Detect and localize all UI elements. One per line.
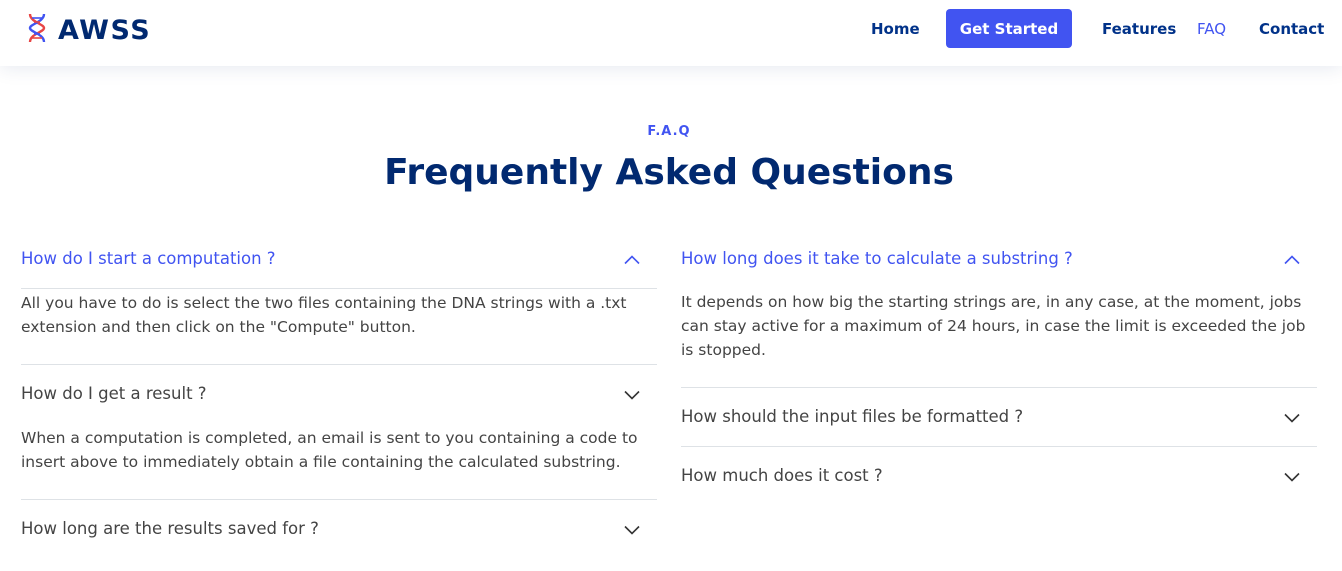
faq-item: How long are the results saved for ? [21, 500, 657, 558]
faq-item: How do I start a computation ? All you h… [21, 230, 657, 365]
faq-answer: All you have to do is select the two fil… [21, 294, 627, 336]
faq-question: How do I start a computation ? [21, 249, 276, 268]
chevron-up-icon[interactable] [1283, 251, 1301, 269]
faq-answer: When a computation is completed, an emai… [21, 429, 638, 471]
chevron-down-icon[interactable] [1283, 409, 1301, 427]
dna-icon [26, 13, 48, 48]
faq-question: How long are the results saved for ? [21, 519, 319, 538]
get-started-button[interactable]: Get Started [946, 9, 1072, 48]
faq-question: How do I get a result ? [21, 384, 207, 403]
section-title: Frequently Asked Questions [384, 152, 954, 193]
faq-item: How much does it cost ? [681, 447, 1317, 505]
faq-item: How do I get a result ? When a computati… [21, 365, 657, 500]
nav-contact-link[interactable]: Contact [1259, 19, 1324, 39]
chevron-down-icon[interactable] [623, 521, 641, 539]
brand-name: AWSS [58, 14, 152, 46]
faq-answer: It depends on how big the starting strin… [681, 293, 1306, 359]
nav-features-link[interactable]: Features [1102, 19, 1176, 39]
faq-question-toggle[interactable]: How do I get a result ? [21, 365, 657, 423]
chevron-down-icon[interactable] [623, 386, 641, 404]
faq-item: How long does it take to calculate a sub… [681, 230, 1317, 388]
faq-question-toggle[interactable]: How much does it cost ? [681, 447, 1317, 505]
faq-question-toggle[interactable]: How long does it take to calculate a sub… [681, 230, 1317, 288]
nav-home-link[interactable]: Home [871, 19, 920, 39]
faq-question: How long does it take to calculate a sub… [681, 249, 1073, 268]
faq-question: How should the input files be formatted … [681, 407, 1024, 426]
faq-question-toggle[interactable]: How long are the results saved for ? [21, 500, 657, 558]
site-header: AWSS Home Get Started Features FAQ Conta… [0, 0, 1342, 66]
brand-logo[interactable]: AWSS [26, 13, 152, 48]
faq-column-right: How long does it take to calculate a sub… [681, 230, 1317, 505]
faq-question-toggle[interactable]: How should the input files be formatted … [681, 388, 1317, 446]
faq-question-toggle[interactable]: How do I start a computation ? [21, 230, 657, 289]
chevron-down-icon[interactable] [1283, 468, 1301, 486]
faq-question: How much does it cost ? [681, 466, 883, 485]
faq-column-left: How do I start a computation ? All you h… [21, 230, 657, 558]
chevron-up-icon[interactable] [623, 251, 641, 269]
faq-item: How should the input files be formatted … [681, 388, 1317, 447]
nav-faq-link[interactable]: FAQ [1197, 19, 1226, 39]
section-eyebrow: F.A.Q [647, 124, 691, 139]
